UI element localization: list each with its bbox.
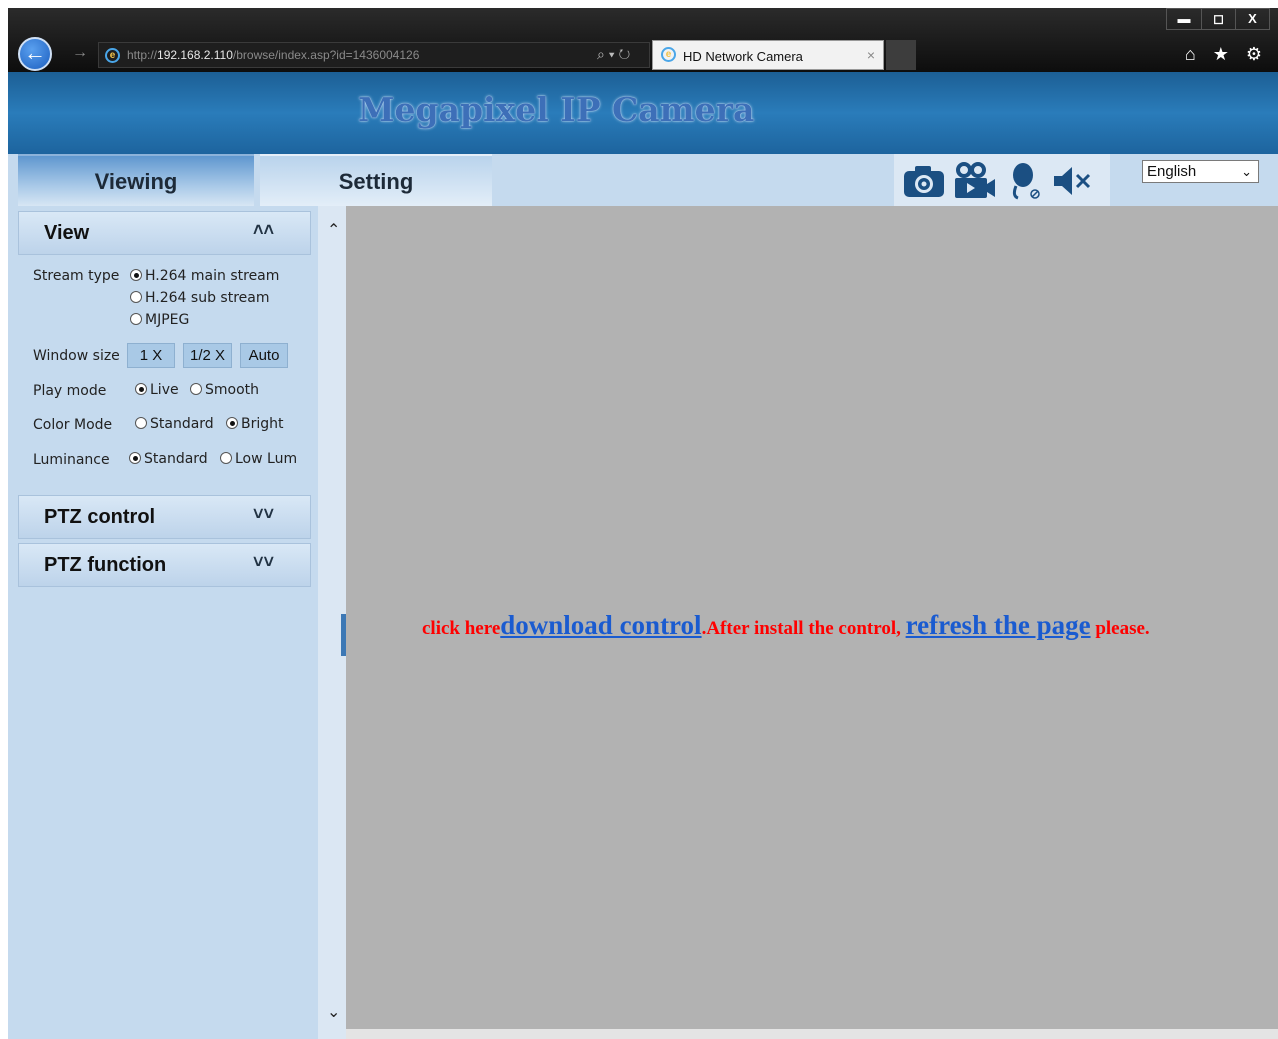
maximize-icon[interactable]: ◻ bbox=[1201, 9, 1235, 29]
minimize-icon[interactable]: ▬ bbox=[1167, 9, 1201, 29]
stream-option-sub[interactable]: H.264 sub stream bbox=[130, 290, 269, 306]
luminance-option-low-label: Low Lum bbox=[235, 451, 298, 467]
radio-icon[interactable] bbox=[135, 417, 147, 429]
window-size-label: Window size bbox=[33, 348, 120, 364]
view-section-header[interactable]: View ˄˄ bbox=[18, 211, 311, 255]
browser-chrome: ← → e http://192.168.2.110/browse/index.… bbox=[8, 8, 1278, 72]
window-size-1x-button[interactable]: 1 X bbox=[127, 343, 175, 368]
message-middle: .After install the control, bbox=[701, 618, 901, 639]
play-option-live-label: Live bbox=[150, 382, 179, 398]
expand-down-icon[interactable]: ˅˅ bbox=[253, 552, 274, 573]
color-mode-label: Color Mode bbox=[33, 417, 113, 433]
stream-option-mjpeg[interactable]: MJPEG bbox=[130, 312, 189, 328]
mute-icon[interactable] bbox=[1052, 162, 1096, 200]
window-size-half-button[interactable]: 1/2 X bbox=[183, 343, 232, 368]
back-button[interactable]: ← bbox=[18, 37, 52, 71]
ptz-function-title: PTZ function bbox=[44, 554, 167, 576]
radio-icon[interactable] bbox=[190, 383, 202, 395]
color-option-bright[interactable]: Bright bbox=[226, 416, 284, 432]
radio-selected-icon[interactable] bbox=[130, 269, 142, 281]
stream-option-sub-label: H.264 sub stream bbox=[145, 290, 270, 306]
radio-selected-icon[interactable] bbox=[129, 452, 141, 464]
tab-viewing[interactable]: Viewing bbox=[18, 154, 254, 206]
ptz-function-section-header[interactable]: PTZ function ˅˅ bbox=[18, 543, 311, 587]
ptz-control-title: PTZ control bbox=[44, 506, 156, 528]
refresh-page-link[interactable]: refresh the page bbox=[906, 610, 1091, 640]
url-host: 192.168.2.110 bbox=[157, 48, 233, 62]
play-option-smooth[interactable]: Smooth bbox=[190, 382, 259, 398]
luminance-option-low[interactable]: Low Lum bbox=[220, 451, 297, 467]
message-prefix: click here bbox=[422, 618, 501, 639]
stream-option-main-label: H.264 main stream bbox=[145, 268, 280, 284]
radio-selected-icon[interactable] bbox=[226, 417, 238, 429]
record-icon[interactable] bbox=[952, 162, 996, 200]
window-size-auto-button[interactable]: Auto bbox=[240, 343, 288, 368]
language-selected: English bbox=[1147, 163, 1197, 180]
radio-icon[interactable] bbox=[130, 291, 142, 303]
window-controls: ▬ ◻ X bbox=[1166, 8, 1270, 30]
stream-type-label: Stream type bbox=[33, 268, 120, 284]
top-navbar: Viewing Setting English ⌄ bbox=[8, 154, 1278, 206]
collapse-up-icon[interactable]: ˄˄ bbox=[253, 220, 274, 241]
download-control-link[interactable]: download control bbox=[500, 610, 701, 640]
stream-option-mjpeg-label: MJPEG bbox=[145, 312, 190, 328]
browser-tab[interactable]: e HD Network Camera × bbox=[652, 40, 884, 70]
url-text[interactable]: http://192.168.2.110/browse/index.asp?id… bbox=[127, 48, 419, 62]
video-area: click heredownload control.After install… bbox=[346, 206, 1278, 1029]
microphone-icon[interactable] bbox=[1002, 162, 1046, 200]
left-panel: View ˄˄ Stream type H.264 main stream H.… bbox=[8, 206, 318, 1039]
video-bottom-edge bbox=[346, 1029, 1278, 1039]
chevron-down-icon: ⌄ bbox=[1241, 164, 1252, 179]
banner: Megapixel IP Camera bbox=[8, 72, 1278, 154]
camera-web-page: Megapixel IP Camera Viewing Setting Engl… bbox=[8, 72, 1278, 1039]
plugin-message: click heredownload control.After install… bbox=[422, 610, 1150, 641]
play-option-smooth-label: Smooth bbox=[205, 382, 260, 398]
radio-selected-icon[interactable] bbox=[135, 383, 147, 395]
video-toolbar bbox=[894, 154, 1110, 206]
address-tools-icons[interactable]: ⌕ ▾ ↻ bbox=[597, 46, 630, 63]
play-mode-label: Play mode bbox=[33, 383, 107, 399]
luminance-option-standard-label: Standard bbox=[144, 451, 208, 467]
scroll-up-icon[interactable]: ⌃ bbox=[327, 220, 340, 240]
tab-ie-icon: e bbox=[661, 47, 676, 62]
message-suffix: please. bbox=[1095, 618, 1150, 639]
color-option-standard[interactable]: Standard bbox=[135, 416, 214, 432]
stream-option-main[interactable]: H.264 main stream bbox=[130, 268, 279, 284]
new-tab-button[interactable] bbox=[886, 40, 916, 70]
close-window-icon[interactable]: X bbox=[1235, 9, 1269, 29]
color-option-standard-label: Standard bbox=[150, 416, 214, 432]
tab-close-icon[interactable]: × bbox=[867, 47, 875, 63]
camera-icon[interactable] bbox=[902, 162, 946, 200]
play-option-live[interactable]: Live bbox=[135, 382, 179, 398]
scroll-down-icon[interactable]: ⌄ bbox=[327, 1002, 340, 1022]
tab-title: HD Network Camera bbox=[683, 49, 803, 64]
luminance-option-standard[interactable]: Standard bbox=[129, 451, 208, 467]
url-path: /browse/index.asp?id=1436004126 bbox=[232, 48, 420, 62]
radio-icon[interactable] bbox=[130, 313, 142, 325]
color-option-bright-label: Bright bbox=[241, 416, 284, 432]
ie-logo-icon: e bbox=[105, 48, 120, 63]
language-select[interactable]: English ⌄ bbox=[1142, 160, 1259, 183]
expand-down-icon[interactable]: ˅˅ bbox=[253, 504, 274, 525]
view-section-title: View bbox=[44, 222, 90, 244]
url-prefix: http:// bbox=[127, 48, 158, 62]
forward-button[interactable]: → bbox=[72, 44, 88, 62]
tab-setting[interactable]: Setting bbox=[260, 154, 492, 206]
radio-icon[interactable] bbox=[220, 452, 232, 464]
page-title: Megapixel IP Camera bbox=[358, 90, 755, 129]
home-favorites-tools-icons[interactable]: ⌂ ★ ⚙ bbox=[1185, 44, 1268, 65]
address-bar[interactable]: e http://192.168.2.110/browse/index.asp?… bbox=[98, 42, 650, 68]
luminance-label: Luminance bbox=[33, 452, 110, 468]
ptz-control-section-header[interactable]: PTZ control ˅˅ bbox=[18, 495, 311, 539]
